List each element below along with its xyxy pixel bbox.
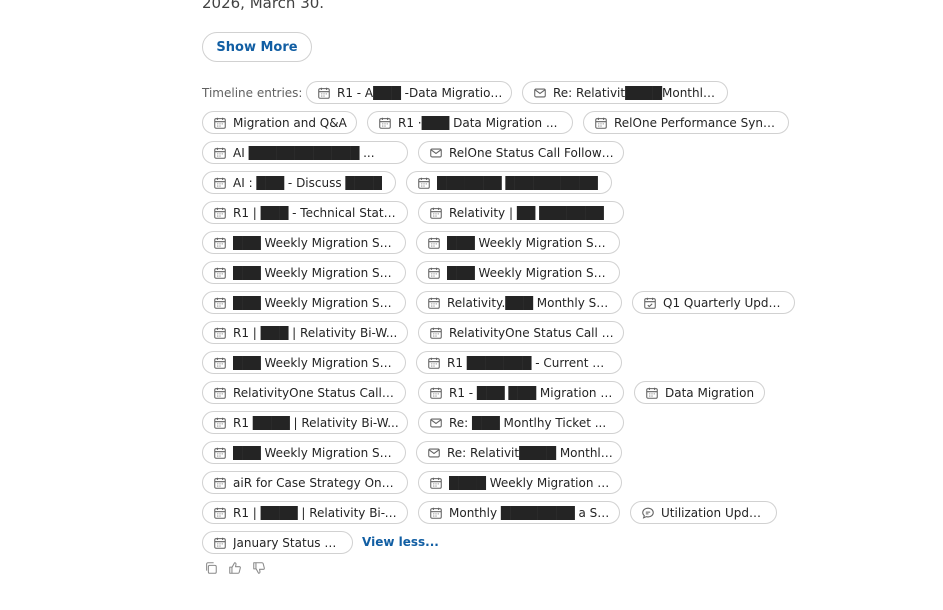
timeline-entry[interactable]: Q1 Quarterly Update xyxy=(632,291,795,314)
calendar-icon xyxy=(378,116,392,130)
timeline-entry[interactable]: AI ████████████ ... xyxy=(202,141,408,164)
timeline-entry[interactable]: ███ Weekly Migration Sync xyxy=(202,231,406,254)
calendar-icon xyxy=(213,476,227,490)
timeline-entry[interactable]: R1 ·███ Data Migration ... xyxy=(367,111,573,134)
calendar-icon xyxy=(213,236,227,250)
calendar-icon xyxy=(594,116,608,130)
calendar-icon xyxy=(427,356,441,370)
summary-text-tail: 2026, March 30. xyxy=(202,0,325,12)
copy-icon[interactable] xyxy=(204,561,218,575)
timeline-entry[interactable]: ███████ ██████████ xyxy=(406,171,612,194)
timeline-entry[interactable]: R1 | ████ | Relativity Bi-W... xyxy=(202,501,408,524)
timeline-entry[interactable]: R1 - ███ ███ Migration P... xyxy=(418,381,624,404)
timeline-entry[interactable]: ███ Weekly Migration Sync xyxy=(416,231,620,254)
show-more-button[interactable]: Show More xyxy=(202,32,312,62)
calendar-icon xyxy=(213,386,227,400)
timeline-entry[interactable]: Monthly ████████ a Sync xyxy=(418,501,620,524)
calendar-icon xyxy=(213,536,227,550)
calendar-icon xyxy=(645,386,659,400)
timeline-entry[interactable]: ███ Weekly Migration Sync xyxy=(202,351,406,374)
calendar-icon xyxy=(427,296,441,310)
timeline-entry[interactable]: Data Migration xyxy=(634,381,765,404)
timeline-entry[interactable]: ███ Weekly Migration Sync xyxy=(202,261,406,284)
mail-icon xyxy=(427,446,441,460)
calendar-icon xyxy=(213,296,227,310)
calendar-icon xyxy=(213,416,227,430)
timeline-entry[interactable]: RelativityOne Status Call | ... xyxy=(418,321,624,344)
timeline-entry[interactable]: R1 | ███ - Technical Statu... xyxy=(202,201,408,224)
calendar-icon xyxy=(213,356,227,370)
timeline-entry[interactable]: ████ Weekly Migration Sync xyxy=(418,471,622,494)
calendar-icon xyxy=(213,146,227,160)
timeline-entry[interactable]: Re: Relativit████Monthly ... xyxy=(522,81,728,104)
calendar-icon xyxy=(213,266,227,280)
timeline-entries-label: Timeline entries: xyxy=(202,86,303,100)
thumbs-up-icon[interactable] xyxy=(228,561,242,575)
calendar-icon xyxy=(213,206,227,220)
timeline-entry[interactable]: Relativity.███ Monthly Suc... xyxy=(416,291,622,314)
timeline-entry[interactable]: Migration and Q&A xyxy=(202,111,357,134)
calendar-icon xyxy=(429,386,443,400)
timeline-entry[interactable]: ███ Weekly Migration Sync xyxy=(416,261,620,284)
calendar-icon xyxy=(317,86,331,100)
timeline-entry[interactable]: aiR for Case Strategy Onb... xyxy=(202,471,408,494)
calendar-icon xyxy=(213,116,227,130)
timeline-entry[interactable]: AI : ███ - Discuss ████ xyxy=(202,171,396,194)
timeline-entry[interactable]: RelOne Status Call Follow ... xyxy=(418,141,624,164)
timeline-entry[interactable]: Relativity | ██ ███████ xyxy=(418,201,624,224)
timeline-entry[interactable]: R1 ███████ - Current Mi... xyxy=(416,351,622,374)
mail-icon xyxy=(533,86,547,100)
timeline-entry[interactable]: Utilization Update xyxy=(630,501,777,524)
view-less-link[interactable]: View less... xyxy=(362,535,439,549)
calendar-icon xyxy=(427,236,441,250)
calendar-icon xyxy=(429,476,443,490)
calendar-icon xyxy=(213,506,227,520)
calendar-icon xyxy=(429,326,443,340)
timeline-entry[interactable]: RelOne Performance Sync ... xyxy=(583,111,789,134)
calendar-icon xyxy=(427,266,441,280)
chat-icon xyxy=(641,506,655,520)
thumbs-down-icon[interactable] xyxy=(252,561,266,575)
calendar-icon xyxy=(417,176,431,190)
timeline-entry[interactable]: January Status Call xyxy=(202,531,353,554)
calendar-icon xyxy=(429,206,443,220)
mail-icon xyxy=(429,416,443,430)
timeline-entry[interactable]: Re: ███ Montlhy Ticket ... xyxy=(418,411,624,434)
calendar-icon xyxy=(213,326,227,340)
timeline-entry[interactable]: ███ Weekly Migration Sync xyxy=(202,291,406,314)
timeline-entry[interactable]: R1 - A███ -Data Migration ... xyxy=(306,81,512,104)
calendar-icon xyxy=(213,176,227,190)
timeline-entry[interactable]: R1 ████ | Relativity Bi-W... xyxy=(202,411,408,434)
calendar-icon xyxy=(429,506,443,520)
timeline-entry[interactable]: ███ Weekly Migration Sync xyxy=(202,441,406,464)
mail-icon xyxy=(429,146,443,160)
calendar-check-icon xyxy=(643,296,657,310)
timeline-entry[interactable]: RelativityOne Status Call | ... xyxy=(202,381,406,404)
timeline-entry[interactable]: R1 | ███ | Relativity Bi-W... xyxy=(202,321,408,344)
calendar-icon xyxy=(213,446,227,460)
timeline-entry[interactable]: Re: Relativit████ Monthly ... xyxy=(416,441,622,464)
